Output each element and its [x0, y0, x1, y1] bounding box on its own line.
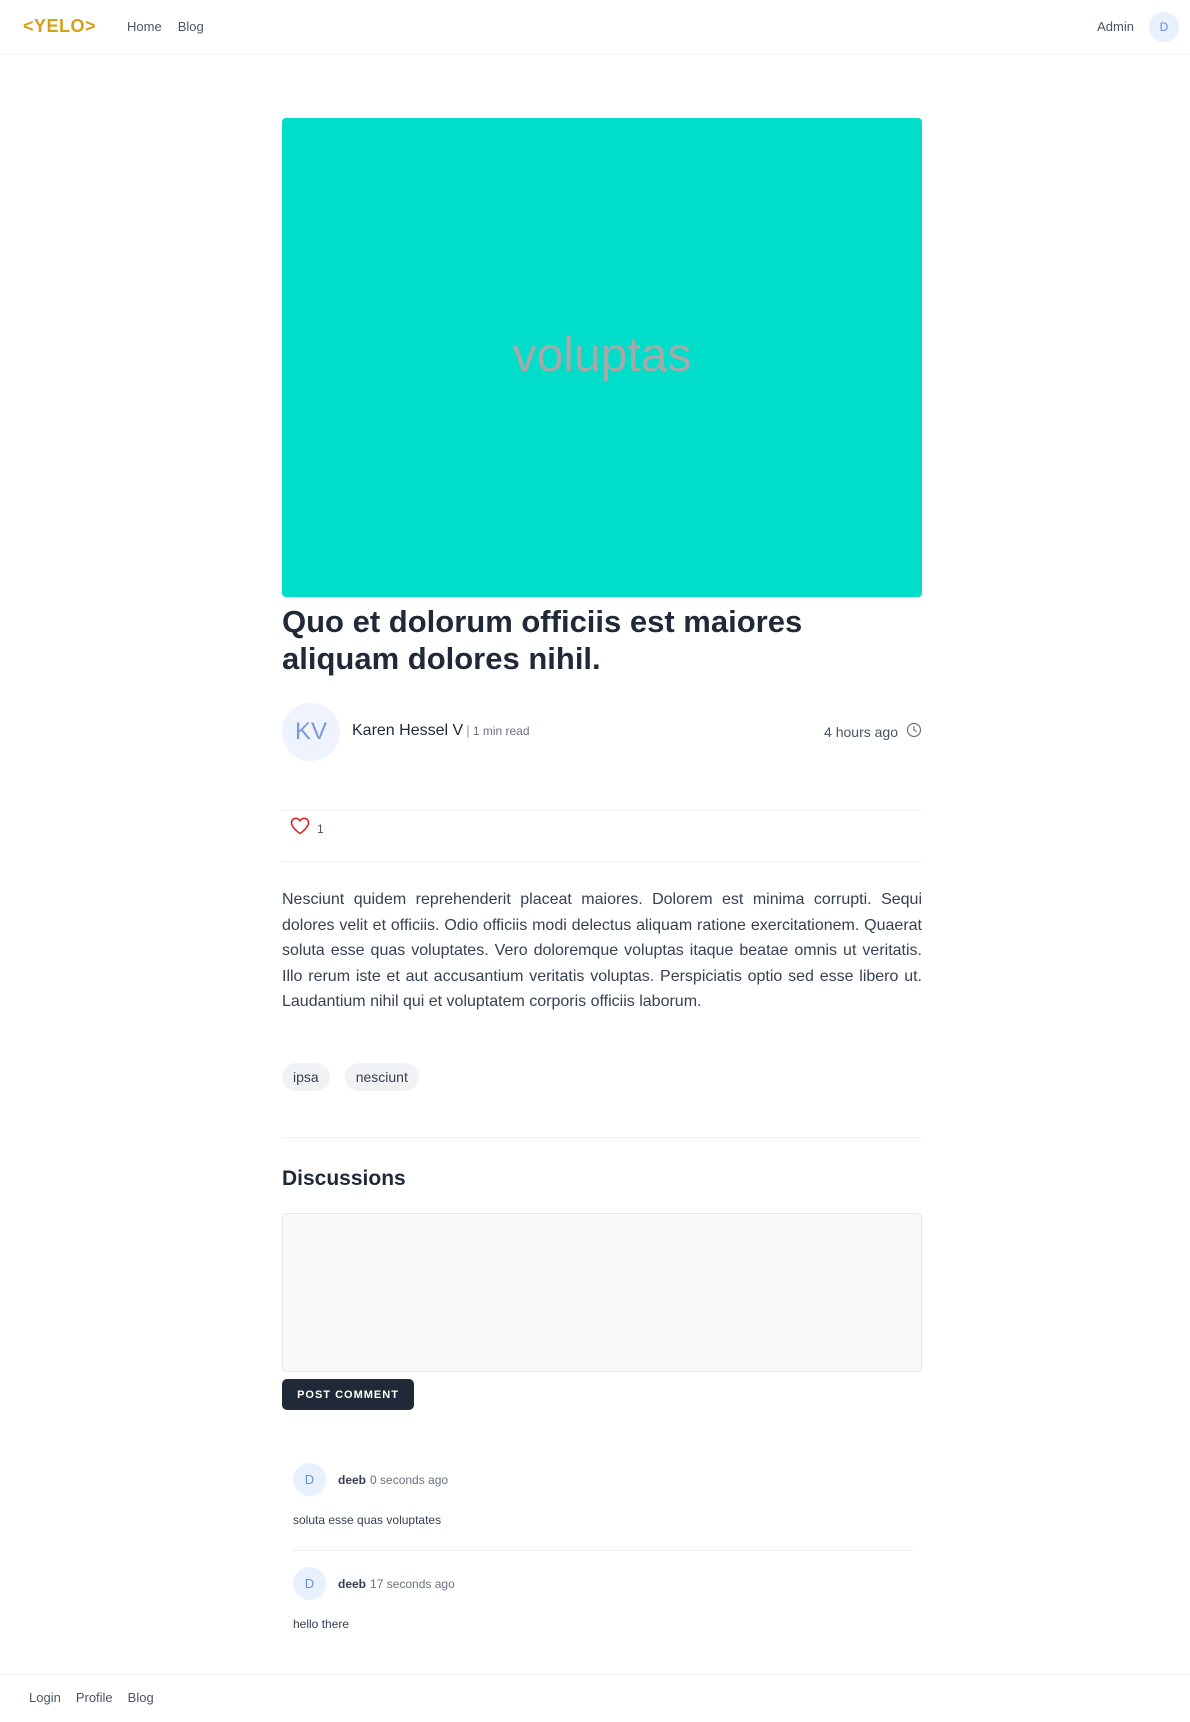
author-separator: | — [466, 722, 470, 738]
comment-meta: deeb 17 seconds ago — [338, 1575, 455, 1593]
post-cover-image: voluptas — [282, 118, 922, 597]
comment-input[interactable] — [282, 1213, 922, 1372]
tag-list: ipsa nesciunt — [282, 1063, 419, 1091]
cover-image-text: voluptas — [512, 328, 692, 382]
top-navbar: <YELO> Home Blog Admin D — [0, 0, 1190, 55]
tag-chip[interactable]: nesciunt — [344, 1063, 419, 1091]
tag-chip[interactable]: ipsa — [282, 1063, 330, 1091]
author-info: Karen Hessel V | 1 min read — [352, 722, 530, 740]
footer-login-link[interactable]: Login — [29, 1690, 61, 1705]
comment-item: D deeb 17 seconds ago hello there — [293, 1567, 913, 1631]
discussions-heading: Discussions — [282, 1167, 406, 1190]
nav-blog-link[interactable]: Blog — [178, 19, 204, 34]
comment-text: soluta esse quas voluptates — [293, 1513, 442, 1527]
comment-avatar[interactable]: D — [293, 1567, 326, 1600]
comment-user[interactable]: deeb — [338, 1577, 366, 1591]
author-avatar[interactable]: KV — [282, 703, 340, 761]
comment-time: 17 seconds ago — [370, 1576, 455, 1591]
comment-header: D deeb 0 seconds ago — [293, 1463, 913, 1496]
author-name[interactable]: Karen Hessel V — [352, 722, 463, 740]
divider — [293, 1550, 913, 1551]
admin-link[interactable]: Admin — [1097, 19, 1134, 34]
footer-blog-link[interactable]: Blog — [128, 1690, 154, 1705]
footer: Login Profile Blog — [0, 1674, 1190, 1722]
main-nav: Home Blog — [127, 19, 204, 34]
comment-user[interactable]: deeb — [338, 1473, 366, 1487]
nav-home-link[interactable]: Home — [127, 19, 162, 34]
divider — [282, 1137, 922, 1138]
heart-icon[interactable] — [290, 817, 310, 840]
post-comment-button[interactable]: POST COMMENT — [282, 1379, 414, 1410]
footer-nav: Login Profile Blog — [29, 1690, 154, 1705]
footer-profile-link[interactable]: Profile — [76, 1690, 113, 1705]
comment-meta: deeb 0 seconds ago — [338, 1471, 448, 1489]
comment-time: 0 seconds ago — [370, 1472, 449, 1487]
post-title: Quo et dolorum officiis est maiores aliq… — [282, 604, 803, 676]
like-button[interactable]: 1 — [290, 817, 324, 840]
comment-avatar[interactable]: D — [293, 1463, 326, 1496]
read-time: 1 min read — [472, 724, 530, 738]
time-ago-text: 4 hours ago — [824, 723, 898, 740]
comment-item: D deeb 0 seconds ago soluta esse quas vol… — [293, 1463, 913, 1527]
divider — [282, 810, 922, 811]
user-avatar[interactable]: D — [1149, 12, 1179, 42]
like-count: 1 — [317, 821, 324, 836]
comment-text: hello there — [293, 1617, 350, 1631]
post-body: Nesciunt quidem reprehenderit placeat ma… — [282, 891, 922, 1010]
logo[interactable]: <YELO> — [23, 16, 96, 37]
comment-header: D deeb 17 seconds ago — [293, 1567, 913, 1600]
post-time: 4 hours ago — [824, 722, 922, 741]
divider — [282, 861, 922, 862]
clock-icon — [906, 722, 922, 741]
